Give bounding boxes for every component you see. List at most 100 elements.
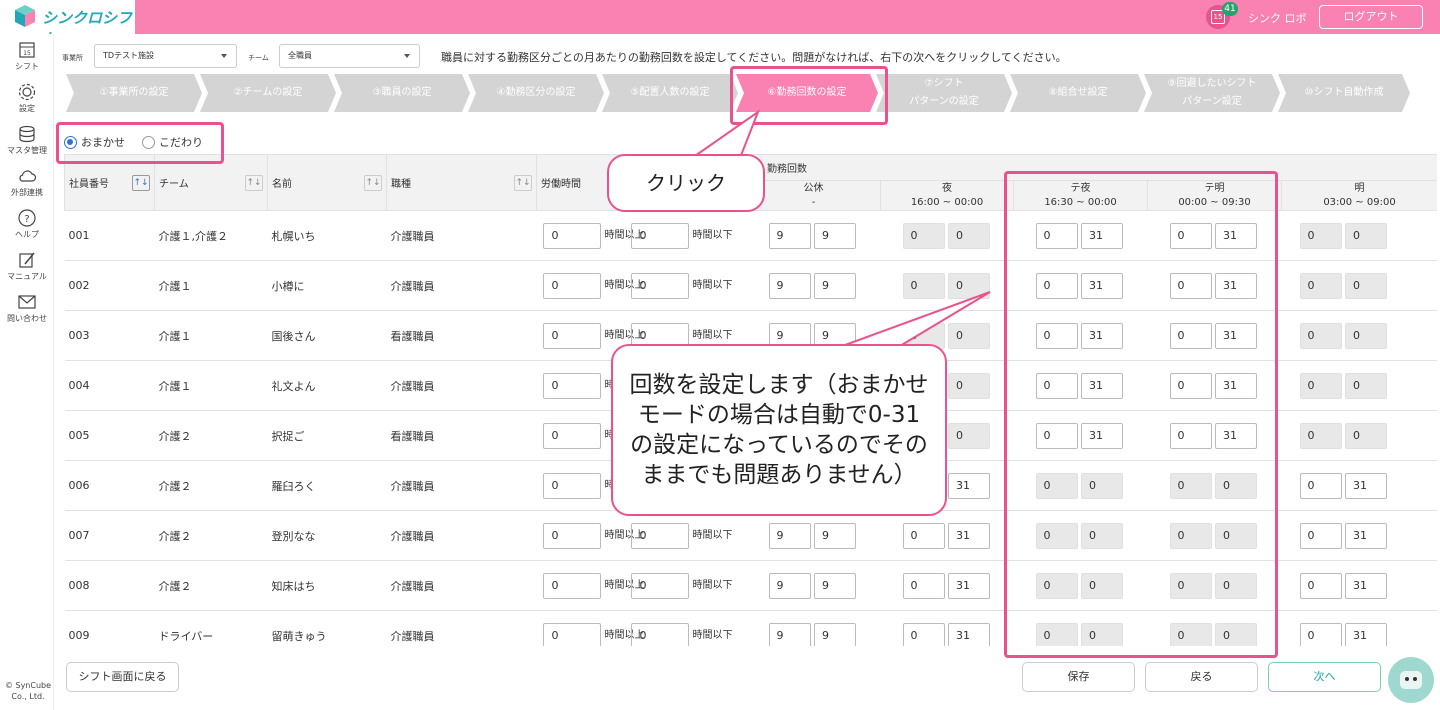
count-min-input[interactable]: 0 (902, 522, 945, 549)
count-max-input[interactable]: 31 (948, 472, 990, 499)
labor-min-input[interactable]: 0 (542, 522, 601, 549)
labor-min-input[interactable]: 0 (542, 222, 601, 249)
cell-team: 介護２ (154, 460, 268, 511)
count-min-input[interactable]: 0 (902, 572, 945, 599)
count-max-input[interactable]: 31 (948, 572, 990, 599)
count-max-input: 0 (1345, 272, 1387, 299)
count-min-input[interactable]: 0 (1299, 522, 1342, 549)
sidebar-item-shift[interactable]: 15 シフト (0, 40, 54, 72)
back-button[interactable]: 戻る (1145, 662, 1258, 692)
count-min-input[interactable]: 0 (902, 622, 945, 646)
labor-min-input[interactable]: 0 (542, 322, 601, 349)
count-max-input[interactable]: 9 (814, 522, 856, 549)
labor-min-input[interactable]: 0 (542, 622, 601, 646)
robot-icon (1400, 671, 1422, 689)
count-max-input[interactable]: 9 (814, 622, 856, 646)
unit-label: 時間以上 (604, 279, 645, 291)
count-max-input[interactable]: 9 (814, 272, 856, 299)
step-avoid-pattern[interactable]: ⑨回避したいシフト パターン設定 (1144, 74, 1280, 112)
count-min-input: 0 (1299, 372, 1342, 399)
sidebar-item-master[interactable]: マスタ管理 (0, 124, 54, 156)
instruction-text: 職員に対する勤務区分ごとの月あたりの勤務回数を設定してください。問題がなければ、… (441, 51, 1067, 64)
cell-emp-no: 004 (64, 360, 155, 411)
step-shift-pattern[interactable]: ⑦シフト パターンの設定 (876, 74, 1012, 112)
explain-callout: 回数を設定します（おまかせモードの場合は自動で0-31の設定になっているのでその… (611, 344, 947, 516)
count-max-input[interactable]: 31 (948, 522, 990, 549)
labor-max-input[interactable]: 0 (630, 222, 689, 249)
step-combination[interactable]: ⑧組合せ設定 (1010, 74, 1146, 112)
labor-min-input[interactable]: 0 (542, 572, 601, 599)
logout-button[interactable]: ログアウト (1319, 5, 1423, 29)
count-max-input[interactable]: 31 (1345, 472, 1387, 499)
step-staff[interactable]: ③職員の設定 (334, 74, 470, 112)
count-min-input[interactable]: 9 (768, 522, 811, 549)
cell-job: 介護職員 (386, 260, 537, 311)
count-min-input[interactable]: 0 (1299, 472, 1342, 499)
cell-shift-count: 9 9 (746, 560, 881, 611)
back-to-shift-button[interactable]: シフト画面に戻る (66, 662, 179, 692)
labor-min-input[interactable]: 0 (542, 272, 601, 299)
team-select[interactable]: 全職員 (279, 44, 420, 68)
sort-icon[interactable]: ↑↓ (132, 174, 150, 191)
count-max-input: 0 (948, 372, 990, 399)
count-max-input[interactable]: 31 (1345, 572, 1387, 599)
step-staffing[interactable]: ⑤配置人数の設定 (602, 74, 738, 112)
labor-max-input[interactable]: 0 (630, 522, 689, 549)
cell-team: 介護１,介護２ (154, 210, 268, 261)
count-min-input[interactable]: 9 (768, 572, 811, 599)
cell-name: 羅臼ろく (267, 460, 387, 511)
labor-min-input[interactable]: 0 (542, 372, 601, 399)
sort-icon[interactable]: ↑↓ (514, 174, 532, 191)
sidebar-item-help[interactable]: ? ヘルプ (0, 208, 54, 240)
count-max-input: 0 (948, 272, 990, 299)
cell-labor: 0時間以上0時間以下 (536, 260, 747, 311)
cell-team: 介護１ (154, 310, 268, 361)
step-label: ①事業所の設定 (99, 87, 169, 98)
cell-shift-count: 0 0 (1281, 360, 1437, 411)
labor-max-input[interactable]: 0 (630, 622, 689, 646)
step-label: ③職員の設定 (372, 87, 432, 98)
logo-area: シンクロシフト (0, 0, 135, 48)
labor-min-input[interactable]: 0 (542, 422, 601, 449)
next-button[interactable]: 次へ (1268, 662, 1381, 692)
count-min-input[interactable]: 9 (768, 622, 811, 646)
sidebar-item-manual[interactable]: マニュアル (0, 250, 54, 282)
labor-min-input[interactable]: 0 (542, 472, 601, 499)
count-max-input[interactable]: 31 (1345, 522, 1387, 549)
cell-shift-count: 0 0 (1281, 310, 1437, 361)
cell-name: 登別なな (267, 510, 387, 561)
count-max-input[interactable]: 31 (948, 622, 990, 646)
sidebar-item-label: 外部連携 (11, 188, 43, 197)
manual-icon (19, 252, 35, 268)
sidebar-item-settings[interactable]: 設定 (0, 82, 54, 114)
labor-max-input[interactable]: 0 (630, 572, 689, 599)
count-max-input[interactable]: 9 (814, 222, 856, 249)
sidebar-item-integration[interactable]: 外部連携 (0, 166, 54, 198)
count-max-input[interactable]: 31 (1345, 622, 1387, 646)
step-shift-type[interactable]: ④勤務区分の設定 (468, 74, 604, 112)
chatbot-button[interactable] (1388, 657, 1434, 703)
sidebar-item-label: 設定 (19, 104, 35, 113)
step-auto-create[interactable]: ⑩シフト自動作成 (1278, 74, 1410, 112)
unit-label: 時間以上 (604, 329, 645, 341)
count-max-input[interactable]: 9 (814, 572, 856, 599)
office-select[interactable]: TDテスト施設 (94, 44, 237, 68)
step-team[interactable]: ②チームの設定 (200, 74, 336, 112)
count-min-input[interactable]: 9 (768, 272, 811, 299)
labor-max-input[interactable]: 0 (630, 272, 689, 299)
sort-icon[interactable]: ↑↓ (364, 174, 382, 191)
cloud-sync-icon (19, 170, 37, 182)
sort-icon[interactable]: ↑↓ (245, 174, 263, 191)
cell-job: 看護職員 (386, 310, 537, 361)
cell-shift-count: 0 31 (1281, 610, 1437, 646)
step-label: ⑨回避したいシフト (1167, 78, 1257, 89)
sidebar-item-contact[interactable]: 問い合わせ (0, 292, 54, 324)
cell-shift-count: 0 31 (1281, 510, 1437, 561)
unit-label: 時間以下 (692, 579, 733, 591)
count-min-input[interactable]: 0 (1299, 572, 1342, 599)
save-button[interactable]: 保存 (1022, 662, 1135, 692)
step-office[interactable]: ①事業所の設定 (66, 74, 202, 112)
cell-shift-count: 9 9 (746, 510, 881, 561)
count-min-input[interactable]: 0 (1299, 622, 1342, 646)
count-min-input[interactable]: 9 (768, 222, 811, 249)
